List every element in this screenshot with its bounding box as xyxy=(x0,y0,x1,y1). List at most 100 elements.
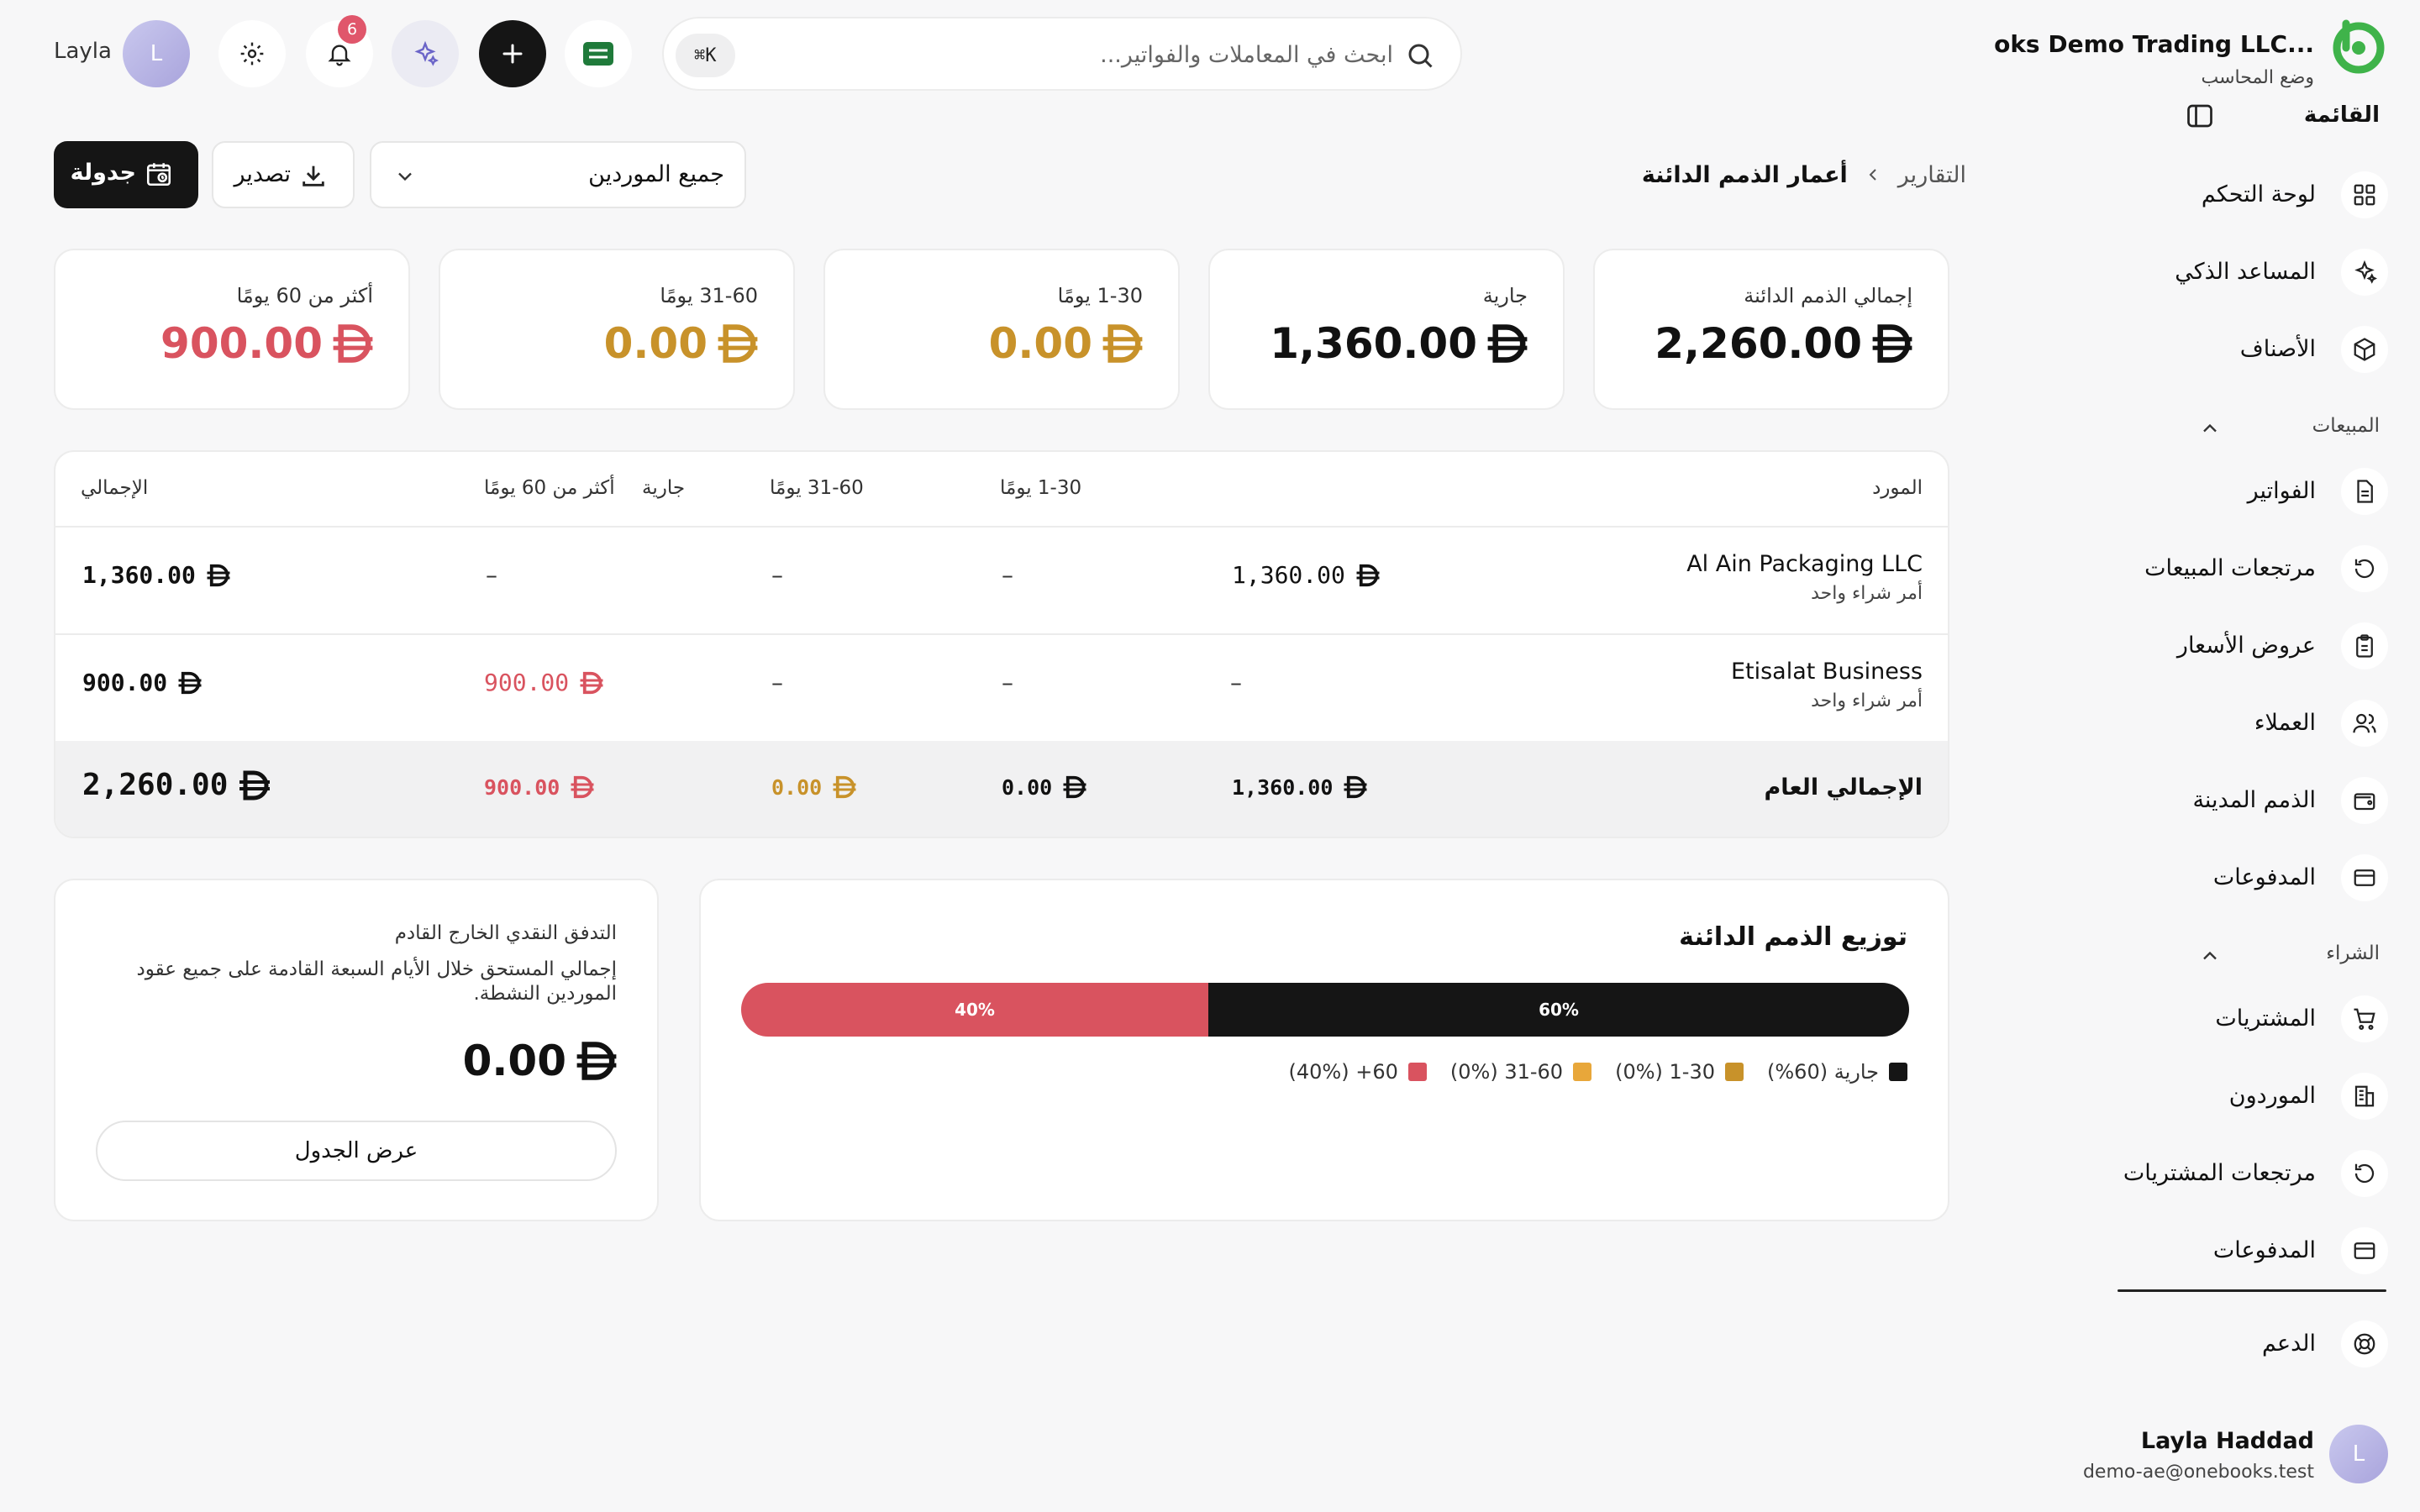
undo-circle-icon xyxy=(2341,1150,2388,1197)
search-icon xyxy=(1405,40,1435,71)
sidebar-item-label: العملاء xyxy=(2254,710,2316,736)
user-profile-card[interactable]: L Layla Haddad demo-ae@onebooks.test xyxy=(2052,1420,2388,1487)
dirham-icon xyxy=(1486,322,1529,365)
brand[interactable]: ...oks Demo Trading LLC وضع المحاسب xyxy=(1994,17,2388,88)
notification-count-badge: 6 xyxy=(338,15,366,44)
supplier-filter-select[interactable]: جميع الموردين xyxy=(370,141,746,208)
gear-icon xyxy=(239,40,266,67)
sidebar-item-label: المدفوعات xyxy=(2212,864,2316,890)
sidebar-item-support[interactable]: الدعم xyxy=(2136,1317,2388,1371)
chevron-left-icon xyxy=(1863,165,1883,185)
sidebar-item-label: الدعم xyxy=(2262,1331,2316,1357)
distribution-segment: 60% xyxy=(1208,983,1909,1037)
column-header-1-30[interactable]: 1-30 يومًا xyxy=(1000,477,1081,499)
legend-swatch xyxy=(1407,1063,1427,1081)
sidebar-item-label: مرتجعات المبيعات xyxy=(2144,555,2316,581)
topbar: ابحث في المعاملات والفواتير... K⌘ 6 L La… xyxy=(50,15,2017,92)
purchase-section-title: الشراء xyxy=(2326,942,2380,964)
legend-label: جارية (60%) xyxy=(1767,1060,1879,1084)
sidebar-item-sales-returns[interactable]: مرتجعات المبيعات xyxy=(2136,542,2388,596)
schedule-button[interactable]: جدولة xyxy=(54,141,198,208)
avatar: L xyxy=(2329,1425,2388,1483)
settings-button[interactable] xyxy=(218,20,286,87)
card-value: 0.00 xyxy=(604,319,760,368)
dirham-icon xyxy=(579,670,604,696)
summary-card-current: جارية 1,360.00 xyxy=(1208,249,1565,410)
chevron-up-icon[interactable] xyxy=(2198,944,2222,968)
sidebar-item-purchase-payments[interactable]: المدفوعات xyxy=(2136,1224,2388,1278)
grand-total-row: الإجمالي العام 1,360.00 0.00 0.00 900.00… xyxy=(55,741,1948,837)
user-name: Layla Haddad xyxy=(2140,1428,2314,1454)
top-username: Layla xyxy=(54,39,112,64)
bell-icon xyxy=(326,40,353,67)
cell-31-60: – xyxy=(771,669,783,696)
amount: 900.00 xyxy=(484,669,570,696)
sidebar-item-items[interactable]: الأصناف xyxy=(2136,323,2388,376)
notifications-button[interactable]: 6 xyxy=(306,15,373,87)
sidebar-item-label: عروض الأسعار xyxy=(2176,633,2316,659)
ai-assistant-button[interactable] xyxy=(392,20,459,87)
dirham-icon xyxy=(1870,322,1914,365)
card-value: 0.00 xyxy=(989,319,1144,368)
breadcrumb: التقارير أعمار الذمم الدائنة xyxy=(1642,158,1966,192)
grand-total-label: الإجمالي العام xyxy=(1764,774,1923,801)
sidebar-item-label: لوحة التحكم xyxy=(2201,181,2316,207)
sidebar-item-dashboard[interactable]: لوحة التحكم xyxy=(2136,168,2388,222)
sidebar-item-purchase-returns[interactable]: مرتجعات المشتريات xyxy=(2123,1147,2388,1200)
view-schedule-button[interactable]: عرض الجدول xyxy=(96,1121,617,1181)
sidebar-item-purchases[interactable]: المشتريات xyxy=(2136,992,2388,1046)
summary-card-31-60: 31-60 يومًا 0.00 xyxy=(439,249,795,410)
column-header-current[interactable]: جارية xyxy=(642,477,685,499)
card-amount: 0.00 xyxy=(988,319,1092,368)
sidebar-item-receivables[interactable]: الذمم المدينة xyxy=(2136,774,2388,827)
aging-table: المورد جارية 1-30 يومًا 31-60 يومًا أكثر… xyxy=(54,450,1949,838)
amount: 0.00 xyxy=(771,774,823,800)
cashflow-description: إجمالي المستحق خلال الأيام السبعة القادم… xyxy=(136,958,617,1005)
legend-label: 31-60 (0%) xyxy=(1449,1060,1564,1084)
user-email: demo-ae@onebooks.test xyxy=(2082,1462,2314,1483)
export-button[interactable]: تصدير xyxy=(212,141,355,208)
dirham-icon xyxy=(1101,322,1144,365)
supplier-name[interactable]: Al Ain Packaging LLC xyxy=(1686,551,1923,577)
sales-section-title: المبيعات xyxy=(2312,415,2380,437)
amount: 0.00 xyxy=(1002,774,1053,800)
spreadsheet-button[interactable] xyxy=(565,20,632,87)
grand-total-total: 2,260.00 xyxy=(82,768,271,802)
table-divider xyxy=(55,526,1948,528)
company-name: ...oks Demo Trading LLC xyxy=(1994,30,2314,58)
grand-total-31-60: 0.00 xyxy=(771,774,857,800)
amount: 2,260.00 xyxy=(82,768,229,802)
grand-total-60-plus: 900.00 xyxy=(484,774,595,800)
card-value: 900.00 xyxy=(160,319,375,368)
sidebar-item-label: الموردون xyxy=(2228,1083,2316,1109)
sidebar-item-quotes[interactable]: عروض الأسعار xyxy=(2136,619,2388,673)
distribution-bar: 60% 40% xyxy=(741,983,1909,1037)
sidebar-item-invoices[interactable]: الفواتير xyxy=(2136,465,2388,518)
sidebar-item-sales-payments[interactable]: المدفوعات xyxy=(2136,851,2388,905)
column-header-31-60[interactable]: 31-60 يومًا xyxy=(770,477,864,499)
column-header-60-plus[interactable]: أكثر من 60 يومًا xyxy=(484,477,615,499)
sidebar-item-customers[interactable]: العملاء xyxy=(2136,696,2388,750)
create-new-button[interactable] xyxy=(479,20,546,87)
sidebar-item-suppliers[interactable]: الموردون xyxy=(2136,1069,2388,1123)
column-header-total[interactable]: الإجمالي xyxy=(81,477,148,499)
search-input[interactable]: ابحث في المعاملات والفواتير... K⌘ xyxy=(662,17,1462,91)
supplier-name[interactable]: Etisalat Business xyxy=(1731,659,1923,685)
shopping-cart-icon xyxy=(2341,995,2388,1042)
supplier-filter-value: جميع الموردين xyxy=(588,161,724,187)
cell-60-plus: – xyxy=(486,561,497,589)
cell-current: 1,360.00 xyxy=(1232,561,1381,589)
legend-item: جارية (60%) xyxy=(1767,1060,1907,1084)
cell-31-60: – xyxy=(771,561,783,589)
card-label: أكثر من 60 يومًا xyxy=(236,284,373,307)
sidebar-collapse-icon[interactable] xyxy=(2185,101,2215,131)
chevron-up-icon[interactable] xyxy=(2198,417,2222,440)
avatar[interactable]: L xyxy=(123,20,190,87)
invoice-document-icon xyxy=(2341,468,2388,515)
legend-swatch xyxy=(1889,1063,1907,1081)
payables-distribution-card: توزيع الذمم الدائنة 60% 40% جارية (60%) 1-… xyxy=(699,879,1949,1221)
dirham-icon xyxy=(177,670,203,696)
sidebar-item-ai-assistant[interactable]: المساعد الذكي xyxy=(2136,245,2388,299)
column-header-supplier[interactable]: المورد xyxy=(1872,477,1923,499)
breadcrumb-reports[interactable]: التقارير xyxy=(1898,162,1966,188)
